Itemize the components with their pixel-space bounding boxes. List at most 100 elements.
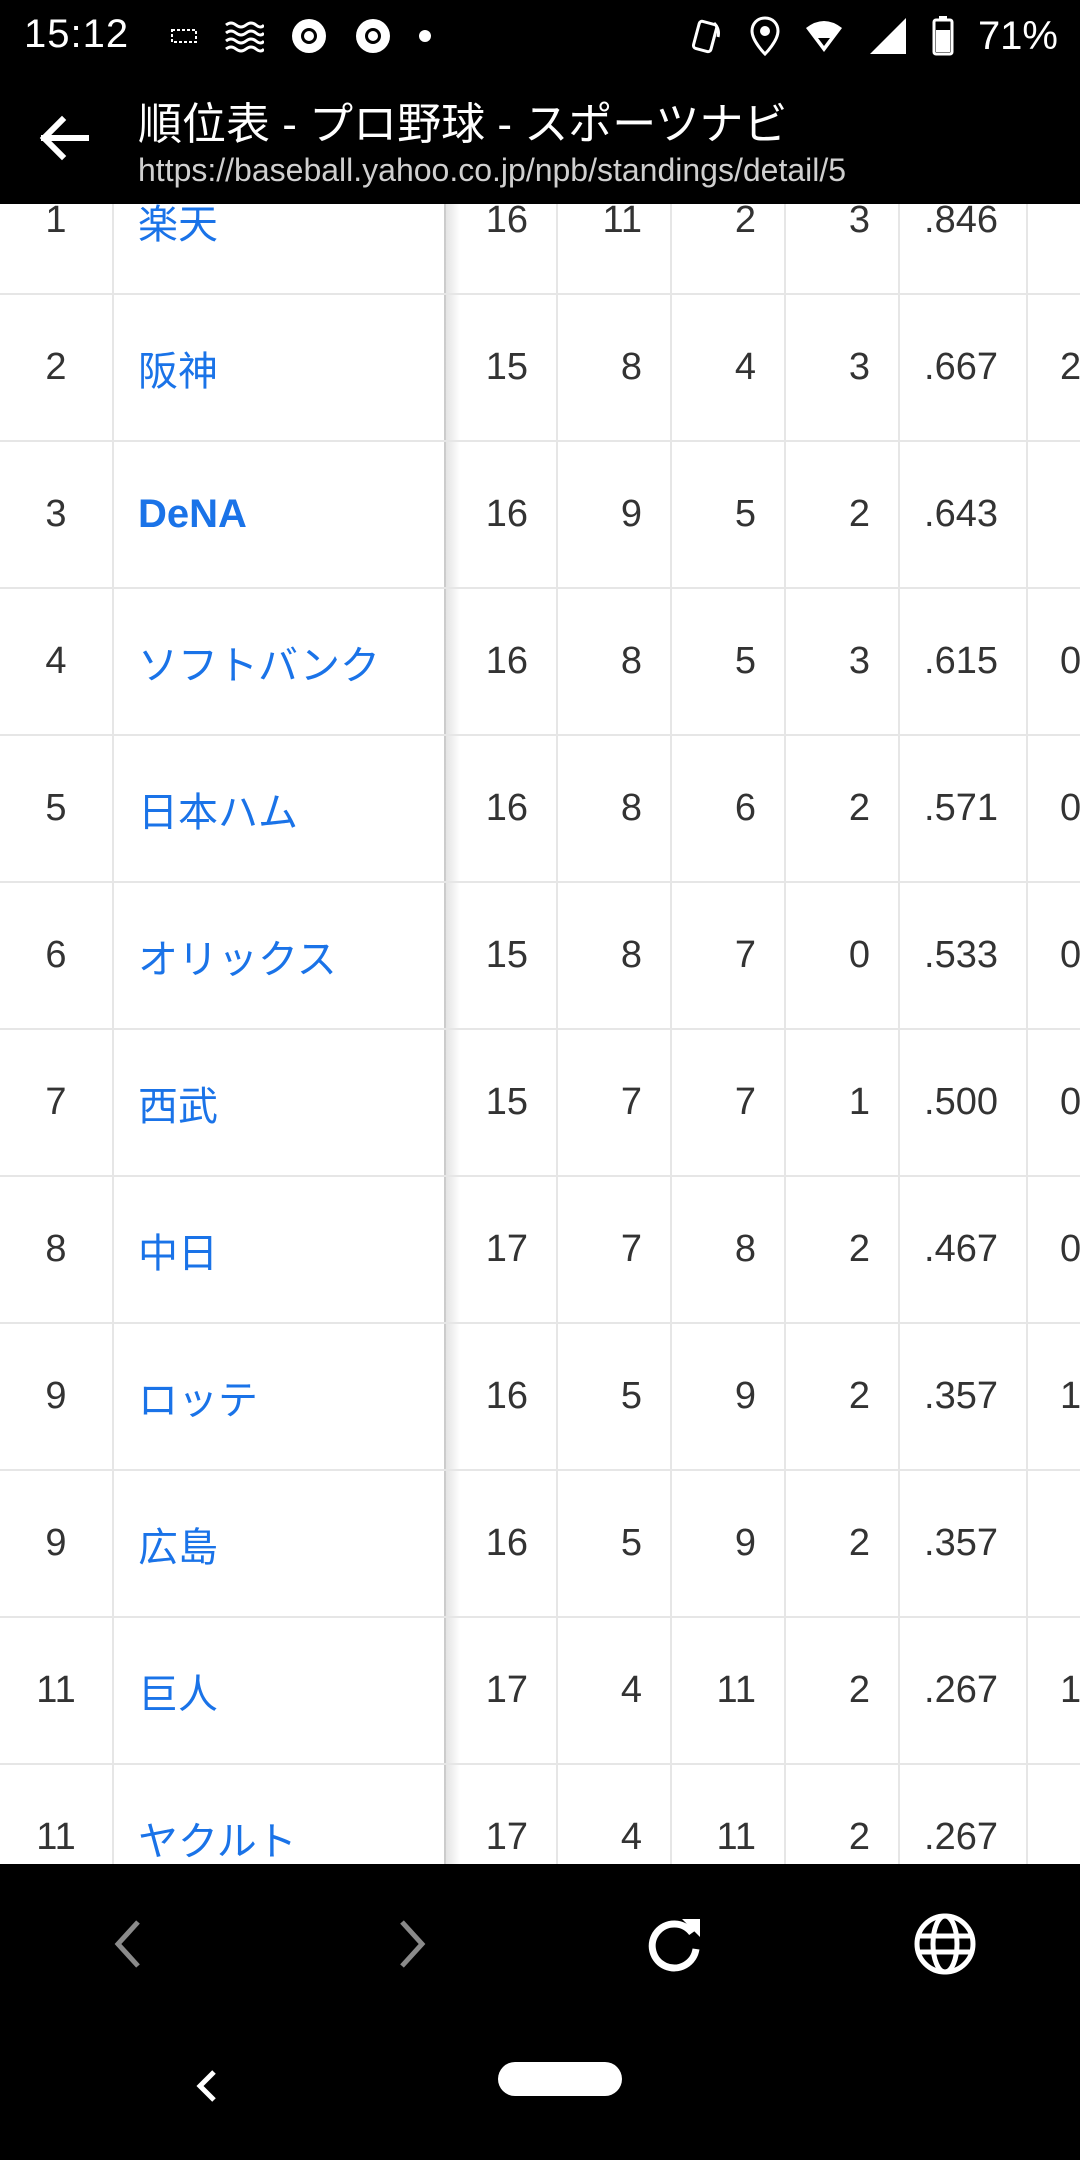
games-cell: 15 <box>485 934 528 976</box>
draws-cell: 3 <box>848 640 870 682</box>
draws-cell: 0 <box>848 934 870 976</box>
toolbar-back-button[interactable] <box>88 1904 168 1984</box>
rank-cell: 11 <box>36 1816 76 1858</box>
status-left-icons <box>170 14 432 58</box>
table-row: 11 巨人 17 4 11 2 .267 1 <box>0 1618 1080 1765</box>
status-bar: 15:12 71% <box>0 0 1080 72</box>
games-cell: 16 <box>485 1522 528 1564</box>
table-row: 8 中日 17 7 8 2 .467 0 <box>0 1177 1080 1324</box>
win-pct-cell: .571 <box>924 787 998 829</box>
games-cell: 16 <box>485 204 528 241</box>
system-back-button[interactable] <box>186 2064 230 2108</box>
games-behind-cell: 0 <box>1060 1228 1080 1270</box>
home-pill-button[interactable] <box>498 2062 622 2096</box>
games-cell: 16 <box>485 493 528 535</box>
team-name-link[interactable]: 巨人 <box>112 1618 470 1763</box>
page-url[interactable]: https://baseball.yahoo.co.jp/npb/standin… <box>138 152 846 189</box>
games-behind-cell <box>1026 204 1080 293</box>
browser-toolbar <box>0 1864 1080 2024</box>
losses-cell: 5 <box>734 640 756 682</box>
wins-cell: 4 <box>620 1669 642 1711</box>
system-nav-bar <box>0 2024 1080 2160</box>
reload-button[interactable] <box>635 1904 715 1984</box>
losses-cell: 7 <box>734 934 756 976</box>
draws-cell: 2 <box>848 1816 870 1858</box>
team-name-link[interactable]: DeNA <box>112 442 470 587</box>
losses-cell: 11 <box>716 1816 756 1858</box>
rank-cell: 1 <box>45 204 67 241</box>
draws-cell: 2 <box>848 787 870 829</box>
table-row: 9 広島 16 5 9 2 .357 <box>0 1471 1080 1618</box>
forward-icon <box>400 1920 426 1968</box>
rank-cell: 9 <box>45 1522 67 1564</box>
losses-cell: 8 <box>734 1228 756 1270</box>
table-row: 4 ソフトバンク 16 8 5 3 .615 0 <box>0 589 1080 736</box>
rank-cell: 9 <box>45 1375 67 1417</box>
waves-icon <box>225 21 264 53</box>
table-row: 1 楽天 16 11 2 3 .846 <box>0 204 1080 295</box>
games-cell: 16 <box>485 640 528 682</box>
team-name-link[interactable]: 西武 <box>112 1030 470 1175</box>
rank-cell: 7 <box>45 1081 67 1123</box>
team-name-link[interactable]: 楽天 <box>112 204 470 293</box>
wins-cell: 5 <box>620 1375 642 1417</box>
standings-table-viewport[interactable]: 1 楽天 16 11 2 3.846 2 阪神 15 8 4 3.667 2 3 DeNA 16 9 5 2.643… <box>0 204 1080 1864</box>
losses-cell: 4 <box>734 346 756 388</box>
win-pct-cell: .667 <box>924 346 998 388</box>
win-pct-cell: .467 <box>924 1228 998 1270</box>
games-cell: 16 <box>485 1375 528 1417</box>
draws-cell: 1 <box>848 1081 870 1123</box>
win-pct-cell: .846 <box>924 204 998 241</box>
losses-cell: 9 <box>734 1522 756 1564</box>
team-name-link[interactable]: ヤクルト <box>112 1765 470 1864</box>
games-behind-cell: 0 <box>1060 640 1080 682</box>
rank-cell: 3 <box>45 493 67 535</box>
games-cell: 17 <box>485 1669 528 1711</box>
reload-icon <box>648 1919 700 1972</box>
team-name-link[interactable]: 日本ハム <box>112 736 470 881</box>
team-name-link[interactable]: オリックス <box>112 883 470 1028</box>
table-row: 9 ロッテ 16 5 9 2 .357 1 <box>0 1324 1080 1471</box>
status-right-icons: 71% <box>688 12 1058 60</box>
wins-cell: 7 <box>620 1081 642 1123</box>
toolbar-forward-button[interactable] <box>372 1904 452 1984</box>
notification-icon <box>171 29 197 43</box>
losses-cell: 2 <box>734 204 756 241</box>
signal-icon <box>869 18 906 54</box>
chrome-icon <box>356 19 390 53</box>
table-row: 6 オリックス 15 8 7 0 .533 0 <box>0 883 1080 1030</box>
battery-icon <box>932 16 954 56</box>
team-name-link[interactable]: 広島 <box>112 1471 470 1616</box>
win-pct-cell: .357 <box>924 1375 998 1417</box>
games-behind-cell: 2 <box>1060 346 1080 388</box>
games-cell: 17 <box>485 1228 528 1270</box>
rank-cell: 5 <box>45 787 67 829</box>
games-cell: 17 <box>485 1816 528 1858</box>
win-pct-cell: .267 <box>924 1816 998 1858</box>
team-name-link[interactable]: ソフトバンク <box>112 589 470 734</box>
location-icon <box>750 16 780 56</box>
table-row: 11 ヤクルト 17 4 11 2 .267 <box>0 1765 1080 1864</box>
games-behind-cell <box>1026 1471 1080 1616</box>
games-behind-cell: 0 <box>1060 1081 1080 1123</box>
draws-cell: 2 <box>848 1228 870 1270</box>
games-cell: 15 <box>485 346 528 388</box>
rank-cell: 4 <box>45 640 67 682</box>
win-pct-cell: .357 <box>924 1522 998 1564</box>
arrow-left-icon <box>39 115 89 161</box>
win-pct-cell: .643 <box>924 493 998 535</box>
team-name-link[interactable]: ロッテ <box>112 1324 470 1469</box>
wins-cell: 8 <box>620 346 642 388</box>
rank-cell: 2 <box>45 346 67 388</box>
rank-cell: 11 <box>36 1669 76 1711</box>
games-behind-cell: 1 <box>1060 1669 1080 1711</box>
losses-cell: 7 <box>734 1081 756 1123</box>
losses-cell: 11 <box>716 1669 756 1711</box>
globe-button[interactable] <box>905 1904 985 1984</box>
wins-cell: 7 <box>620 1228 642 1270</box>
table-row: 5 日本ハム 16 8 6 2 .571 0 <box>0 736 1080 883</box>
back-button[interactable] <box>32 106 96 170</box>
team-name-link[interactable]: 阪神 <box>112 295 470 440</box>
team-name-link[interactable]: 中日 <box>112 1177 470 1322</box>
games-behind-cell <box>1026 442 1080 587</box>
